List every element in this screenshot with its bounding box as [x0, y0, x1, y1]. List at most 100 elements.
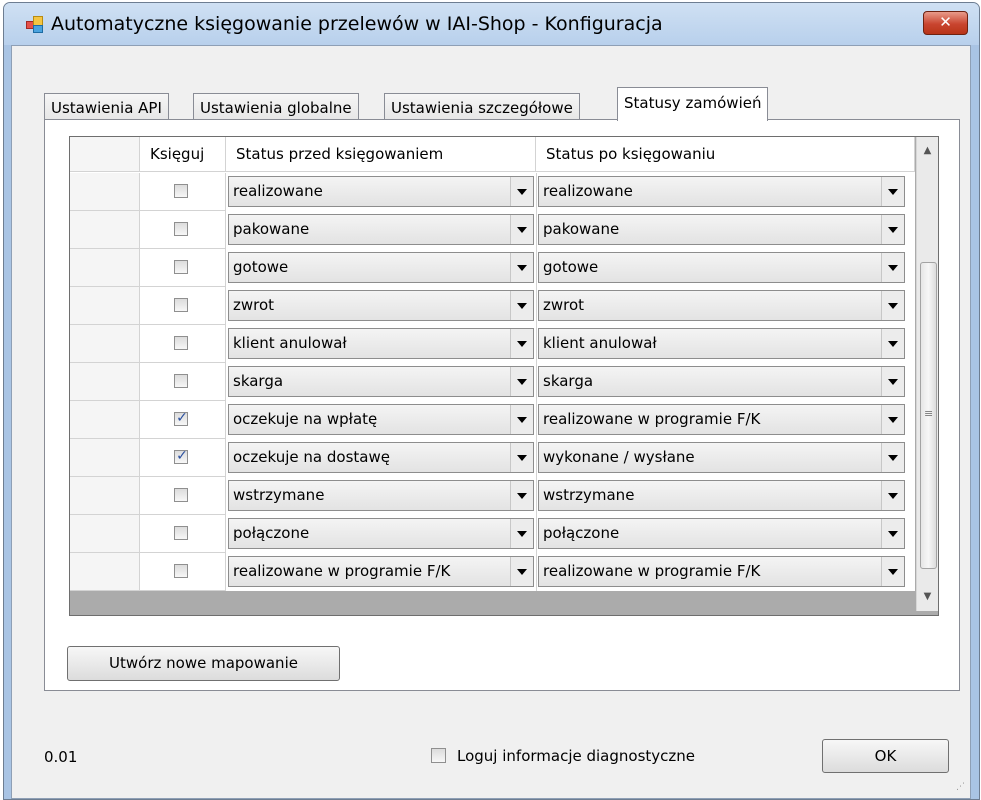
- table-row: ✓ oczekuje na wpłatę realizowane w program…: [70, 401, 915, 439]
- chevron-down-icon[interactable]: [510, 443, 533, 472]
- close-button[interactable]: ✕: [923, 11, 968, 35]
- column-header-book[interactable]: Księguj: [140, 137, 226, 172]
- ok-button[interactable]: OK: [822, 739, 949, 773]
- client-area: Ustawienia API Ustawienia globalne Ustaw…: [11, 45, 971, 799]
- status-before-dropdown[interactable]: oczekuje na dostawę: [228, 442, 534, 473]
- book-checkbox[interactable]: [174, 564, 188, 578]
- cell-divider: [536, 287, 537, 325]
- chevron-down-icon[interactable]: [881, 443, 904, 472]
- status-after-dropdown[interactable]: zwrot: [538, 290, 905, 321]
- chevron-down-icon[interactable]: [510, 519, 533, 548]
- row-header[interactable]: [70, 401, 140, 439]
- book-checkbox[interactable]: [174, 260, 188, 274]
- chevron-down-icon[interactable]: [881, 405, 904, 434]
- status-before-dropdown[interactable]: oczekuje na wpłatę: [228, 404, 534, 435]
- row-header[interactable]: [70, 211, 140, 249]
- status-after-dropdown[interactable]: gotowe: [538, 252, 905, 283]
- table-row: ✓ oczekuje na dostawę wykonane / wysłane: [70, 439, 915, 477]
- status-mapping-grid: Księguj Status przed księgowaniem Status…: [69, 136, 939, 616]
- main-window: Automatyczne księgowanie przelewów w IAI…: [3, 2, 980, 800]
- chevron-down-icon[interactable]: [510, 405, 533, 434]
- chevron-down-icon[interactable]: [510, 329, 533, 358]
- book-checkbox[interactable]: [174, 336, 188, 350]
- chevron-down-icon[interactable]: [510, 367, 533, 396]
- status-before-dropdown[interactable]: zwrot: [228, 290, 534, 321]
- book-cell: [140, 363, 226, 401]
- cell-divider: [536, 173, 537, 211]
- status-before-dropdown[interactable]: wstrzymane: [228, 480, 534, 511]
- tab-global-settings[interactable]: Ustawienia globalne: [193, 93, 359, 122]
- row-header[interactable]: [70, 515, 140, 553]
- chevron-down-icon[interactable]: [881, 253, 904, 282]
- status-after-value: pakowane: [543, 220, 620, 238]
- status-before-dropdown[interactable]: realizowane: [228, 176, 534, 207]
- log-diagnostics-checkbox[interactable]: [431, 748, 446, 763]
- book-checkbox[interactable]: [174, 374, 188, 388]
- book-checkbox[interactable]: [174, 222, 188, 236]
- book-checkbox[interactable]: [174, 298, 188, 312]
- log-diagnostics-label: Loguj informacje diagnostyczne: [457, 747, 696, 765]
- tab-order-statuses[interactable]: Statusy zamówień: [617, 87, 769, 121]
- chevron-down-icon[interactable]: [881, 557, 904, 586]
- chevron-down-icon[interactable]: [510, 291, 533, 320]
- chevron-down-icon[interactable]: [510, 481, 533, 510]
- status-before-dropdown[interactable]: gotowe: [228, 252, 534, 283]
- chevron-down-icon[interactable]: [510, 215, 533, 244]
- book-checkbox[interactable]: [174, 488, 188, 502]
- chevron-down-icon[interactable]: [881, 519, 904, 548]
- resize-grip-icon[interactable]: ⋰: [956, 783, 966, 794]
- status-before-dropdown[interactable]: klient anulował: [228, 328, 534, 359]
- row-header[interactable]: [70, 325, 140, 363]
- status-after-dropdown[interactable]: wykonane / wysłane: [538, 442, 905, 473]
- status-before-value: wstrzymane: [233, 486, 325, 504]
- status-before-dropdown[interactable]: połączone: [228, 518, 534, 549]
- status-after-dropdown[interactable]: realizowane w programie F/K: [538, 556, 905, 587]
- table-row: realizowane w programie F/K realizowane w…: [70, 553, 915, 591]
- status-before-dropdown[interactable]: pakowane: [228, 214, 534, 245]
- row-header[interactable]: [70, 363, 140, 401]
- row-header[interactable]: [70, 287, 140, 325]
- column-header-status-after[interactable]: Status po księgowaniu: [536, 137, 915, 172]
- tab-detailed-settings[interactable]: Ustawienia szczegółowe: [384, 93, 580, 122]
- status-before-dropdown[interactable]: realizowane w programie F/K: [228, 556, 534, 587]
- status-after-dropdown[interactable]: klient anulował: [538, 328, 905, 359]
- tab-api-settings[interactable]: Ustawienia API: [44, 93, 169, 122]
- status-before-value: realizowane: [233, 182, 323, 200]
- chevron-down-icon[interactable]: [510, 557, 533, 586]
- scroll-up-arrow-icon[interactable]: ▲: [917, 141, 938, 161]
- title-bar: Automatyczne księgowanie przelewów w IAI…: [4, 3, 979, 45]
- create-new-mapping-button[interactable]: Utwórz nowe mapowanie: [67, 646, 340, 681]
- scroll-thumb[interactable]: ≡: [920, 262, 937, 569]
- chevron-down-icon[interactable]: [881, 367, 904, 396]
- table-row: klient anulował klient anulował: [70, 325, 915, 363]
- chevron-down-icon[interactable]: [881, 329, 904, 358]
- row-header[interactable]: [70, 553, 140, 591]
- checkmark-icon: ✓: [176, 448, 188, 464]
- status-before-dropdown[interactable]: skarga: [228, 366, 534, 397]
- chevron-down-icon[interactable]: [881, 481, 904, 510]
- chevron-down-icon[interactable]: [510, 253, 533, 282]
- chevron-down-icon[interactable]: [881, 215, 904, 244]
- status-after-dropdown[interactable]: skarga: [538, 366, 905, 397]
- status-after-dropdown[interactable]: realizowane w programie F/K: [538, 404, 905, 435]
- chevron-down-icon[interactable]: [510, 177, 533, 206]
- status-after-dropdown[interactable]: wstrzymane: [538, 480, 905, 511]
- chevron-down-icon[interactable]: [881, 291, 904, 320]
- scroll-down-arrow-icon[interactable]: ▼: [917, 587, 938, 607]
- column-header-status-before[interactable]: Status przed księgowaniem: [226, 137, 536, 172]
- status-after-dropdown[interactable]: pakowane: [538, 214, 905, 245]
- book-checkbox[interactable]: ✓: [174, 448, 188, 464]
- chevron-down-icon[interactable]: [881, 177, 904, 206]
- vertical-scrollbar[interactable]: ▲ ≡ ▼: [916, 137, 938, 611]
- row-header[interactable]: [70, 439, 140, 477]
- row-header[interactable]: [70, 477, 140, 515]
- book-checkbox[interactable]: [174, 526, 188, 540]
- status-after-dropdown[interactable]: realizowane: [538, 176, 905, 207]
- row-header[interactable]: [70, 173, 140, 211]
- book-checkbox[interactable]: ✓: [174, 410, 188, 426]
- row-header[interactable]: [70, 249, 140, 287]
- book-checkbox[interactable]: [174, 184, 188, 198]
- checkmark-icon: ✓: [176, 410, 188, 426]
- status-after-value: zwrot: [543, 296, 585, 314]
- status-after-dropdown[interactable]: połączone: [538, 518, 905, 549]
